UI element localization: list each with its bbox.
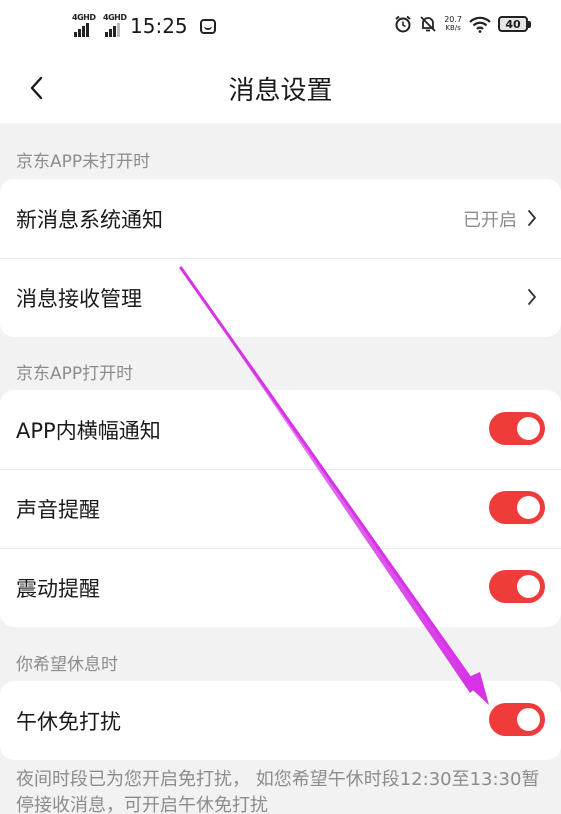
toggle-knob	[517, 496, 540, 519]
alarm-icon	[395, 15, 411, 33]
chevron-right-icon	[528, 210, 536, 226]
nav-bar: 消息设置	[0, 56, 561, 123]
row-sound-alert: 声音提醒	[0, 469, 561, 548]
message-notification-icon	[199, 18, 216, 34]
footer-note: 夜间时段已为您开启免打扰， 如您希望午休时段12:30至13:30暂停接收消息，…	[16, 769, 540, 814]
row-label: 新消息系统通知	[16, 207, 163, 232]
status-time: 15:25	[130, 14, 188, 38]
card-rest: 午休免打扰	[0, 681, 561, 760]
row-label: APP内横幅通知	[16, 418, 161, 443]
row-message-receive-management[interactable]: 消息接收管理	[0, 258, 561, 337]
banner-toggle[interactable]	[489, 412, 545, 445]
card-app-open: APP内横幅通知 声音提醒 震动提醒	[0, 390, 561, 627]
vibration-toggle[interactable]	[489, 570, 545, 603]
chevron-right-icon	[528, 289, 536, 305]
mute-bell-icon	[420, 16, 436, 32]
section-label-app-closed: 京东APP未打开时	[16, 152, 151, 172]
toggle-knob	[517, 417, 540, 440]
row-vibration-alert: 震动提醒	[0, 548, 561, 627]
page-title: 消息设置	[228, 76, 333, 106]
network-speed-unit: KB/s	[445, 24, 461, 32]
row-noon-do-not-disturb: 午休免打扰	[0, 681, 561, 760]
battery-icon: 40	[498, 16, 531, 32]
network-speed: 20.7 KB/s	[444, 15, 462, 33]
status-bar: 4GHD 4GHD 15:25 20.7 KB/s 40	[0, 0, 561, 56]
row-new-message-notification[interactable]: 新消息系统通知 已开启	[0, 179, 561, 258]
network-speed-value: 20.7	[444, 15, 462, 24]
wifi-icon	[469, 16, 491, 33]
signal-icon: 4GHD	[103, 13, 127, 37]
signal-2-label: 4GHD	[103, 13, 127, 22]
section-label-rest: 你希望休息时	[16, 655, 118, 675]
row-in-app-banner: APP内横幅通知	[0, 390, 561, 469]
row-label: 午休免打扰	[16, 709, 121, 734]
battery-level: 40	[505, 17, 521, 31]
toggle-knob	[517, 575, 540, 598]
signal-icon: 4GHD	[72, 13, 96, 37]
row-value: 已开启	[463, 209, 517, 231]
row-label: 震动提醒	[16, 576, 100, 601]
sound-toggle[interactable]	[489, 491, 545, 524]
card-app-closed: 新消息系统通知 已开启 消息接收管理	[0, 179, 561, 337]
row-label: 消息接收管理	[16, 286, 142, 311]
toggle-knob	[517, 708, 540, 731]
status-bar-right: 20.7 KB/s 40	[394, 15, 531, 33]
section-label-app-open: 京东APP打开时	[16, 364, 134, 384]
row-label: 声音提醒	[16, 497, 100, 522]
signal-1-label: 4GHD	[72, 13, 96, 22]
noon-dnd-toggle[interactable]	[489, 703, 545, 736]
status-bar-left: 4GHD 4GHD 15:25	[72, 13, 216, 38]
